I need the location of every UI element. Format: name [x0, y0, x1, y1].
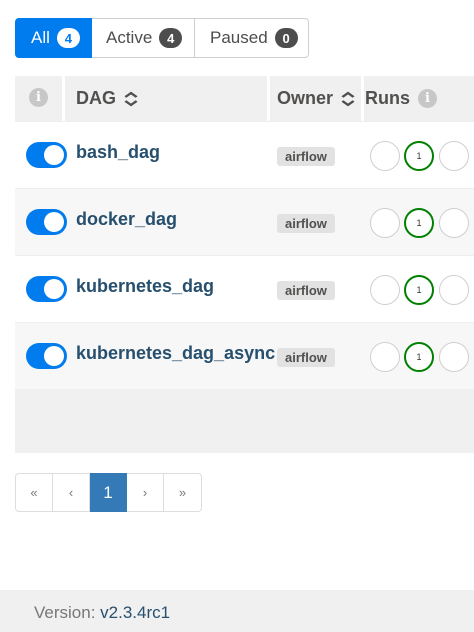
owner-tag[interactable]: airflow — [277, 147, 335, 166]
pagination: « ‹ 1 › » — [15, 473, 202, 512]
run-status-circle[interactable] — [370, 342, 400, 372]
version-label: Version: — [34, 603, 96, 622]
owner-column-header[interactable]: Owner — [277, 76, 355, 121]
filter-all-button[interactable]: All 4 — [15, 18, 92, 58]
last-page-button[interactable]: » — [164, 473, 202, 512]
info-icon[interactable]: i — [29, 88, 48, 107]
table-row: kubernetes_dag_async airflow 1 — [15, 322, 474, 389]
run-status-circle-success[interactable]: 1 — [404, 342, 434, 372]
filter-active-button[interactable]: Active 4 — [92, 18, 195, 58]
first-page-button[interactable]: « — [15, 473, 53, 512]
dag-link[interactable]: kubernetes_dag_async — [76, 343, 275, 364]
table-header: i DAG Owner Runs i — [15, 76, 474, 121]
run-status-circle[interactable] — [439, 275, 469, 305]
run-status-circle[interactable] — [370, 208, 400, 238]
dag-column-label: DAG — [76, 88, 116, 108]
dag-pause-toggle[interactable] — [26, 209, 67, 235]
column-divider — [361, 76, 364, 121]
version-info: Version: v2.3.4rc1 — [34, 603, 170, 623]
owner-column-label: Owner — [277, 88, 334, 108]
filter-all-count-badge: 4 — [56, 28, 80, 48]
run-status-circle-success[interactable]: 1 — [404, 208, 434, 238]
owner-tag[interactable]: airflow — [277, 348, 335, 367]
filter-paused-count-badge: 0 — [274, 28, 298, 48]
run-status-circle[interactable] — [370, 275, 400, 305]
dag-status-filter: All 4 Active 4 Paused 0 — [15, 18, 309, 58]
run-status-circle[interactable] — [439, 208, 469, 238]
run-status-circle-success[interactable]: 1 — [404, 141, 434, 171]
dag-pause-toggle[interactable] — [26, 276, 67, 302]
filter-all-label: All — [31, 28, 50, 47]
run-status-circle[interactable] — [370, 141, 400, 171]
runs-column-label: Runs — [365, 88, 410, 108]
footer: Version: v2.3.4rc1 — [0, 590, 474, 632]
dag-pause-toggle[interactable] — [26, 142, 67, 168]
version-link[interactable]: v2.3.4rc1 — [100, 603, 170, 622]
runs-info-icon[interactable]: i — [418, 89, 437, 108]
runs-column-header: Runs i — [365, 76, 437, 121]
run-status-circle[interactable] — [439, 141, 469, 171]
filter-paused-button[interactable]: Paused 0 — [195, 18, 309, 58]
run-status-circle[interactable] — [439, 342, 469, 372]
column-divider — [62, 76, 65, 121]
column-divider — [267, 76, 270, 121]
table-row: kubernetes_dag airflow 1 — [15, 255, 474, 322]
dag-link[interactable]: kubernetes_dag — [76, 276, 214, 297]
dag-column-header[interactable]: DAG — [76, 76, 138, 121]
sort-icon[interactable] — [341, 91, 355, 107]
run-status-circle-success[interactable]: 1 — [404, 275, 434, 305]
previous-page-button[interactable]: ‹ — [53, 473, 90, 512]
filter-active-label: Active — [106, 28, 153, 47]
next-page-button[interactable]: › — [127, 473, 164, 512]
current-page-button[interactable]: 1 — [90, 473, 127, 512]
filter-paused-label: Paused — [210, 28, 268, 47]
table-row: bash_dag airflow 1 — [15, 121, 474, 188]
dag-table: i DAG Owner Runs i bash_dag airflow 1 do… — [15, 76, 474, 453]
filter-active-count-badge: 4 — [159, 28, 183, 48]
owner-tag[interactable]: airflow — [277, 281, 335, 300]
owner-tag[interactable]: airflow — [277, 214, 335, 233]
table-row: docker_dag airflow 1 — [15, 188, 474, 255]
dag-link[interactable]: bash_dag — [76, 142, 160, 163]
dag-pause-toggle[interactable] — [26, 343, 67, 369]
sort-icon[interactable] — [124, 91, 138, 107]
dag-link[interactable]: docker_dag — [76, 209, 177, 230]
